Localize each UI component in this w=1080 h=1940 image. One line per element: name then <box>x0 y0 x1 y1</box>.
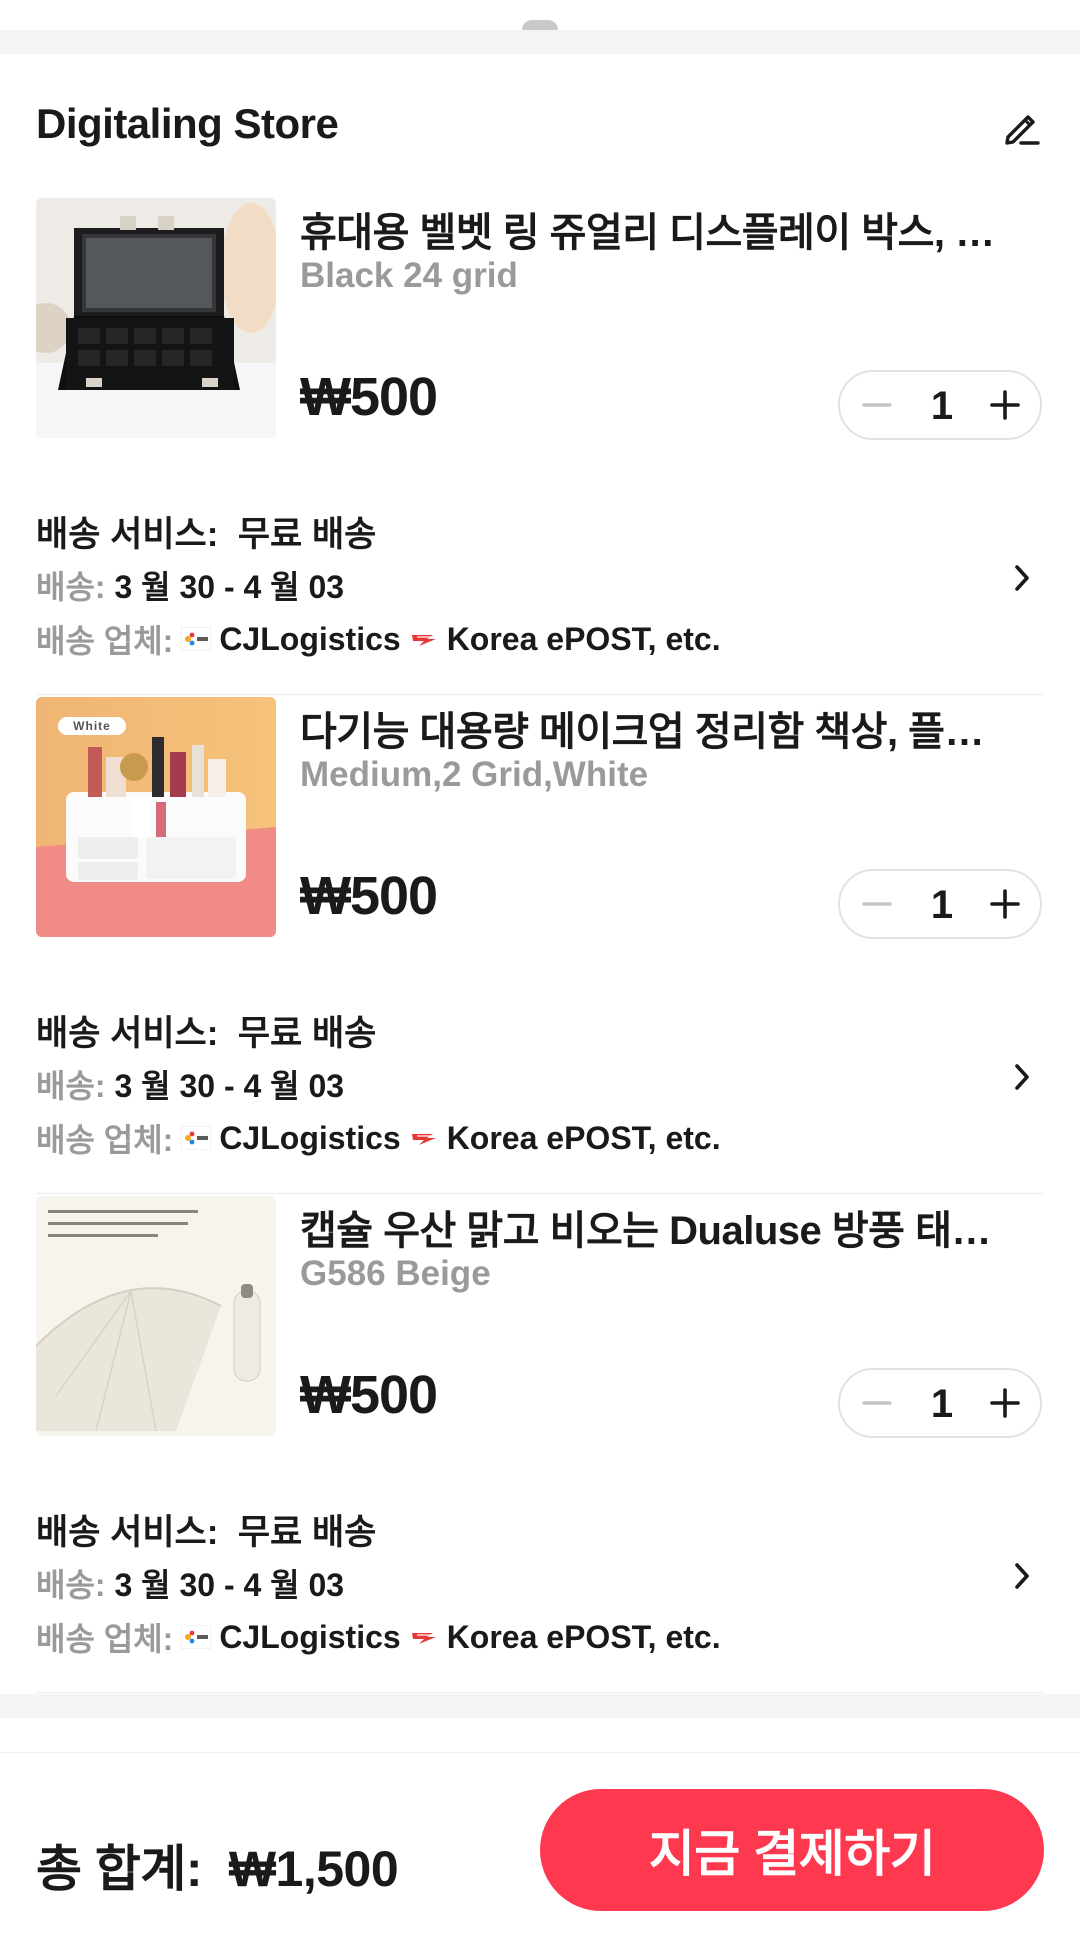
decrease-quantity-button[interactable] <box>854 1380 900 1426</box>
carrier-label: 배송 업체: <box>36 1621 174 1657</box>
total-value: ₩1,500 <box>228 1841 399 1897</box>
quantity-value[interactable]: 1 <box>910 883 974 928</box>
increase-quantity-button[interactable] <box>982 1380 1028 1426</box>
plus-icon <box>990 390 1020 420</box>
product-variant[interactable]: Black 24 grid <box>300 256 518 296</box>
product-image[interactable] <box>36 1196 276 1436</box>
section-gap-top <box>0 30 1080 54</box>
product-image[interactable]: White <box>36 697 276 937</box>
chevron-right-icon <box>1015 1563 1029 1589</box>
shipping-details-button[interactable] <box>1004 1053 1040 1101</box>
quantity-stepper: 1 <box>838 370 1042 440</box>
increase-quantity-button[interactable] <box>982 881 1028 927</box>
korea-epost-logo-icon <box>411 1134 436 1145</box>
shipping-details-button[interactable] <box>1004 1552 1040 1600</box>
minus-icon <box>862 403 892 407</box>
product-title[interactable]: 다기능 대용량 메이크업 정리함 책상, 플라스... <box>300 699 1020 757</box>
korea-epost-logo-icon <box>411 635 436 646</box>
plus-icon <box>990 889 1020 919</box>
shipping-service-value: 무료 배송 <box>237 515 377 554</box>
decrease-quantity-button[interactable] <box>854 881 900 927</box>
product-variant[interactable]: Medium,2 Grid,White <box>300 755 648 795</box>
plus-icon <box>990 1388 1020 1418</box>
cart-item: 휴대용 벨벳 링 쥬얼리 디스플레이 박스, 트... Black 24 gri… <box>0 198 1080 696</box>
decrease-quantity-button[interactable] <box>854 382 900 428</box>
carrier-label: 배송 업체: <box>36 1122 174 1158</box>
carrier-info: 배송 업체: CJLogistics Korea ePOST, etc. <box>36 1614 721 1660</box>
item-divider <box>36 1193 1044 1194</box>
increase-quantity-button[interactable] <box>982 382 1028 428</box>
quantity-stepper: 1 <box>838 1368 1042 1438</box>
delivery-date: 배송: 3 월 30 - 4 월 03 <box>36 1061 344 1107</box>
carrier-name-cj: CJLogistics <box>219 1618 401 1655</box>
shipping-service-label: 배송 서비스: <box>36 1014 219 1053</box>
product-price: ₩500 <box>300 866 438 926</box>
edit-pencil-icon <box>1005 115 1040 145</box>
chevron-right-icon <box>1015 565 1029 591</box>
delivery-date: 배송: 3 월 30 - 4 월 03 <box>36 562 344 608</box>
checkout-footer: 총 합계: ₩1,500 지금 결제하기 <box>0 1752 1080 1940</box>
store-name: Digitaling Store <box>36 100 339 147</box>
carrier-info: 배송 업체: CJLogistics Korea ePOST, etc. <box>36 616 721 662</box>
shipping-service-label: 배송 서비스: <box>36 1513 219 1552</box>
carrier-info: 배송 업체: CJLogistics Korea ePOST, etc. <box>36 1115 721 1161</box>
shipping-service-label: 배송 서비스: <box>36 515 219 554</box>
image-tag: White <box>73 719 111 733</box>
product-image[interactable] <box>36 198 276 438</box>
quantity-stepper: 1 <box>838 869 1042 939</box>
carrier-name-epost: Korea ePOST, etc. <box>446 620 721 657</box>
item-divider <box>36 694 1044 695</box>
delivery-value: 3 월 30 - 4 월 03 <box>114 1068 345 1104</box>
carrier-name-epost: Korea ePOST, etc. <box>446 1119 721 1156</box>
cart-item: 캡슐 우산 맑고 비오는 Dualuse 방풍 태양 ... G586 Beig… <box>0 1196 1080 1694</box>
carrier-label: 배송 업체: <box>36 623 174 659</box>
cj-logistics-logo-icon <box>181 1625 212 1649</box>
quantity-value[interactable]: 1 <box>910 1382 974 1427</box>
korea-epost-logo-icon <box>411 1633 436 1644</box>
delivery-label: 배송: <box>36 1068 106 1104</box>
product-title[interactable]: 휴대용 벨벳 링 쥬얼리 디스플레이 박스, 트... <box>300 200 1020 258</box>
carrier-name-cj: CJLogistics <box>219 620 401 657</box>
carrier-name-cj: CJLogistics <box>219 1119 401 1156</box>
chevron-right-icon <box>1015 1064 1029 1090</box>
cj-logistics-logo-icon <box>181 1126 212 1150</box>
order-total: 총 합계: ₩1,500 <box>36 1829 399 1901</box>
item-divider <box>36 1692 1044 1693</box>
edit-button[interactable] <box>994 100 1050 156</box>
cart-item: White 다기능 대용량 메이크업 정리함 책상, 플라스... Medium… <box>0 697 1080 1195</box>
shipping-service-value: 무료 배송 <box>237 1513 377 1552</box>
shipping-service-value: 무료 배송 <box>237 1014 377 1053</box>
delivery-date: 배송: 3 월 30 - 4 월 03 <box>36 1560 344 1606</box>
delivery-label: 배송: <box>36 1567 106 1603</box>
product-title[interactable]: 캡슐 우산 맑고 비오는 Dualuse 방풍 태양 ... <box>300 1198 1020 1256</box>
delivery-value: 3 월 30 - 4 월 03 <box>114 569 345 605</box>
minus-icon <box>862 902 892 906</box>
minus-icon <box>862 1401 892 1405</box>
total-label: 총 합계: <box>36 1841 203 1897</box>
shipping-service: 배송 서비스: 무료 배송 <box>36 1504 376 1555</box>
shipping-details-button[interactable] <box>1004 554 1040 602</box>
delivery-value: 3 월 30 - 4 월 03 <box>114 1567 345 1603</box>
drag-handle-icon <box>522 20 558 30</box>
shipping-service: 배송 서비스: 무료 배송 <box>36 1005 376 1056</box>
shipping-service: 배송 서비스: 무료 배송 <box>36 506 376 557</box>
delivery-label: 배송: <box>36 569 106 605</box>
section-gap-bottom <box>0 1694 1080 1718</box>
product-variant[interactable]: G586 Beige <box>300 1254 491 1294</box>
product-price: ₩500 <box>300 1365 438 1425</box>
carrier-name-epost: Korea ePOST, etc. <box>446 1618 721 1655</box>
product-price: ₩500 <box>300 367 438 427</box>
cj-logistics-logo-icon <box>181 627 212 651</box>
quantity-value[interactable]: 1 <box>910 384 974 429</box>
pay-now-button[interactable]: 지금 결제하기 <box>540 1789 1044 1911</box>
